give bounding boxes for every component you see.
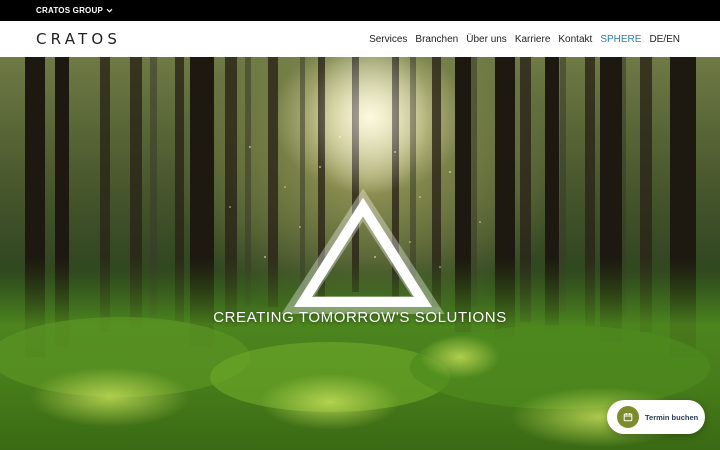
group-switcher-label: CRATOS GROUP	[36, 6, 103, 15]
site-header: CRATOS Services Branchen Über uns Karrie…	[0, 21, 720, 57]
book-appointment-button[interactable]: Termin buchen	[607, 400, 705, 434]
calendar-icon	[617, 406, 639, 428]
site-logo[interactable]: CRATOS	[36, 31, 121, 47]
nav-item-services[interactable]: Services	[369, 34, 407, 45]
logo-wordmark: CRATOS	[36, 30, 122, 48]
nav-item-karriere[interactable]: Karriere	[515, 34, 551, 45]
chevron-down-icon	[106, 7, 113, 14]
top-utility-bar: CRATOS GROUP	[0, 0, 720, 21]
nav-item-ueber-uns[interactable]: Über uns	[466, 34, 507, 45]
nav-item-branchen[interactable]: Branchen	[415, 34, 458, 45]
nav-item-sphere[interactable]: SPHERE	[600, 34, 641, 45]
group-switcher[interactable]: CRATOS GROUP	[36, 0, 113, 21]
language-switch[interactable]: DE/EN	[649, 34, 680, 45]
forest-illustration	[0, 57, 720, 450]
book-appointment-label: Termin buchen	[645, 412, 699, 422]
hero-tagline: CREATING TOMORROW'S SOLUTIONS	[213, 309, 507, 326]
hero-forest-image: CREATING TOMORROW'S SOLUTIONS	[0, 57, 720, 450]
nav-item-kontakt[interactable]: Kontakt	[558, 34, 592, 45]
main-nav: Services Branchen Über uns Karriere Kont…	[369, 21, 680, 57]
